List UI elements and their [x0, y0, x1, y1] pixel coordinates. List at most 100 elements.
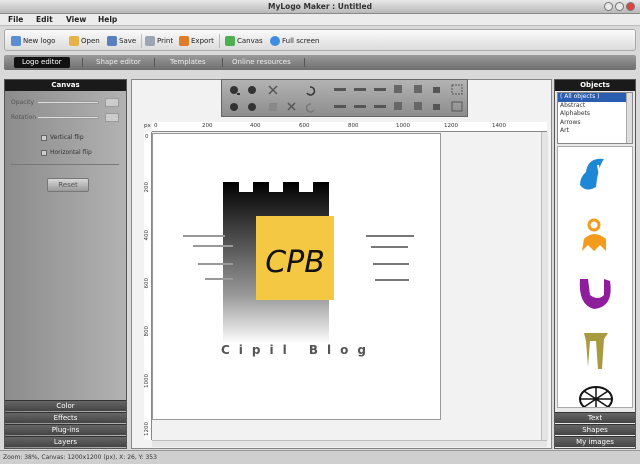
flip-icon[interactable]: [394, 102, 402, 110]
opacity-slider[interactable]: [37, 101, 99, 104]
redo-icon[interactable]: [305, 103, 315, 113]
zoom-actual-icon[interactable]: [248, 103, 256, 111]
color-section[interactable]: Color: [5, 400, 126, 411]
full-screen-button[interactable]: Full screen: [270, 33, 319, 49]
ruler-v-tick: 200: [144, 182, 150, 193]
close-button[interactable]: [626, 2, 635, 11]
editor-tabs: Logo editor Shape editor Templates Onlin…: [4, 55, 636, 70]
rotation-slider[interactable]: [37, 116, 99, 119]
shapes-section[interactable]: Shapes: [555, 424, 635, 435]
text-section[interactable]: Text: [555, 412, 635, 423]
logo-initials: CPB: [265, 245, 325, 280]
tab-separator: [82, 58, 83, 67]
object-category-item[interactable]: Art: [558, 127, 632, 136]
my-images-section[interactable]: My images: [555, 436, 635, 447]
save-label: Save: [119, 37, 137, 45]
toolbar: New logo Open Save Print Export Canvas F…: [4, 29, 636, 51]
new-logo-icon: [11, 36, 21, 46]
align-left-icon[interactable]: [334, 88, 346, 91]
ruler-h-tick: 0: [154, 123, 158, 129]
new-logo-button[interactable]: New logo: [11, 33, 55, 49]
ruler-v-tick: 1200: [144, 422, 150, 436]
print-label: Print: [157, 37, 174, 45]
tab-shape-editor[interactable]: Shape editor: [88, 57, 149, 68]
horizontal-scrollbar[interactable]: [152, 440, 547, 447]
logo-tagline: Cipil Blog: [221, 343, 375, 357]
unlock-icon[interactable]: [433, 104, 440, 110]
export-icon: [179, 36, 189, 46]
cut-icon[interactable]: [268, 85, 278, 95]
open-label: Open: [81, 37, 100, 45]
tab-online-resources[interactable]: Online resources: [224, 57, 299, 68]
menu-edit[interactable]: Edit: [36, 15, 53, 24]
rotation-spinbox[interactable]: [105, 113, 119, 122]
minimize-button[interactable]: [604, 2, 613, 11]
send-back-icon[interactable]: [414, 85, 422, 93]
open-button[interactable]: Open: [69, 33, 100, 49]
canvas-panel-header: Canvas: [5, 80, 126, 91]
object-thumbnails: [557, 146, 633, 408]
horizontal-ruler: px 0 200 400 600 800 1000 1200 1400: [144, 122, 547, 132]
object-category-item[interactable]: Abstract: [558, 102, 632, 111]
copy-icon[interactable]: [269, 103, 277, 111]
new-logo-label: New logo: [23, 37, 56, 45]
bring-front-icon[interactable]: [394, 85, 402, 93]
align-bottom-icon[interactable]: [374, 105, 386, 108]
align-top-icon[interactable]: [334, 105, 346, 108]
zoom-out-icon[interactable]: [248, 86, 256, 94]
object-list-scrollbar[interactable]: [626, 93, 632, 143]
align-right-icon[interactable]: [374, 88, 386, 91]
save-disk-icon: [107, 36, 117, 46]
lock-icon[interactable]: [433, 87, 440, 93]
delete-icon[interactable]: [287, 102, 296, 111]
print-button[interactable]: Print: [145, 33, 173, 49]
align-center-icon[interactable]: [354, 88, 366, 91]
save-button[interactable]: Save: [107, 33, 136, 49]
orange-figure-icon[interactable]: [582, 218, 606, 251]
tab-separator: [304, 58, 305, 67]
logo-canvas[interactable]: CPB Cipil Blog: [152, 133, 441, 420]
menu-view[interactable]: View: [66, 15, 86, 24]
opacity-spinbox[interactable]: [105, 98, 119, 107]
tab-logo-editor[interactable]: Logo editor: [14, 57, 70, 68]
zoom-in-icon[interactable]: [230, 86, 240, 95]
ungroup-icon[interactable]: [451, 101, 463, 112]
object-category-list[interactable]: ( All objects ) Abstract Alphabets Arrow…: [557, 92, 633, 144]
horizontal-flip-checkbox[interactable]: [41, 150, 47, 156]
blue-swoosh-icon[interactable]: [580, 158, 604, 190]
align-middle-icon[interactable]: [354, 105, 366, 108]
maximize-button[interactable]: [615, 2, 624, 11]
print-icon: [145, 36, 155, 46]
globe-icon[interactable]: [579, 386, 613, 408]
objects-panel: Objects ( All objects ) Abstract Alphabe…: [554, 79, 636, 449]
object-category-item[interactable]: Arrows: [558, 119, 632, 128]
menu-file[interactable]: File: [8, 15, 23, 24]
rotation-label: Rotation: [11, 114, 37, 121]
rotate-icon[interactable]: [414, 102, 422, 110]
toolbar-separator: [141, 34, 142, 48]
logo-artwork[interactable]: CPB Cipil Blog: [153, 134, 442, 421]
layers-section[interactable]: Layers: [5, 436, 126, 447]
purple-shape-icon[interactable]: [579, 279, 611, 309]
olive-glass-icon[interactable]: [584, 333, 608, 369]
canvas-button[interactable]: Canvas: [225, 33, 263, 49]
opacity-label: Opacity: [11, 99, 35, 106]
object-category-item[interactable]: ( All objects ): [558, 93, 632, 102]
vertical-scrollbar[interactable]: [541, 132, 548, 440]
group-icon[interactable]: [451, 84, 463, 95]
toolbar-separator: [219, 34, 220, 48]
object-category-item[interactable]: Alphabets: [558, 110, 632, 119]
plugins-section[interactable]: Plug-ins: [5, 424, 126, 435]
effects-section[interactable]: Effects: [5, 412, 126, 423]
ruler-v-tick: 1000: [144, 374, 150, 388]
tab-templates[interactable]: Templates: [162, 57, 214, 68]
undo-icon[interactable]: [306, 86, 316, 96]
vertical-flip-checkbox[interactable]: [41, 135, 47, 141]
status-bar: Zoom: 38%, Canvas: 1200x1200 (px), X: 26…: [0, 450, 640, 464]
vertical-flip-label: Vertical flip: [50, 134, 84, 141]
menu-help[interactable]: Help: [98, 15, 117, 24]
zoom-fit-icon[interactable]: [230, 103, 238, 111]
canvas-tools: [221, 79, 468, 117]
export-button[interactable]: Export: [179, 33, 214, 49]
reset-button[interactable]: Reset: [47, 178, 89, 192]
